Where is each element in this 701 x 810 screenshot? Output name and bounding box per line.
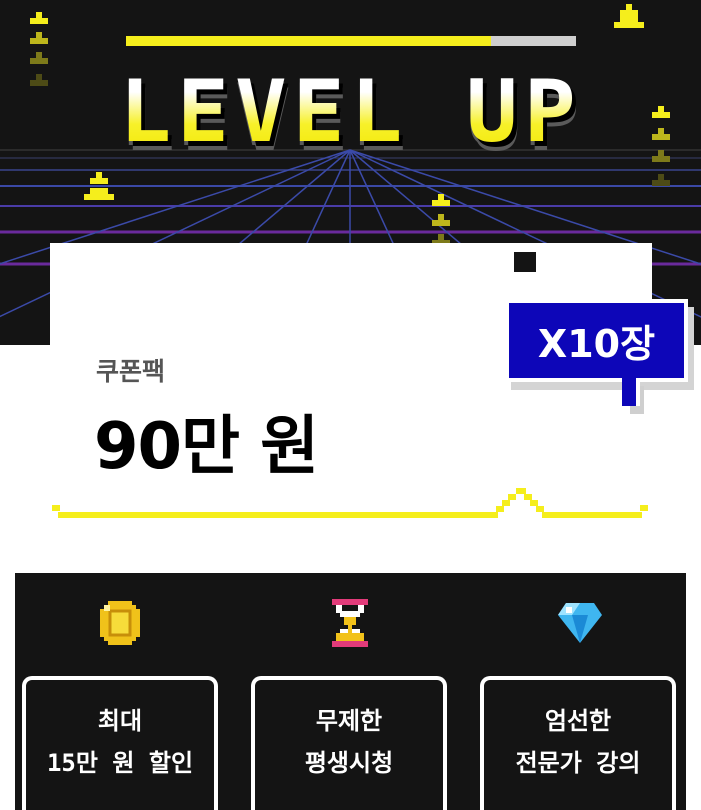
pixel-yellow-divider — [52, 488, 648, 518]
hourglass-icon — [332, 599, 368, 647]
feature-discount-line1: 최대 — [97, 707, 143, 735]
feature-box-expert: 엄선한 전문가 강의 — [480, 676, 676, 810]
feature-expert-line2: 전문가 강의 — [515, 749, 641, 777]
feature-discount-line2: 15만 원 할인 — [46, 749, 194, 777]
feature-lifetime-line2: 평생시청 — [304, 749, 394, 777]
feature-expert-line1: 엄선한 — [544, 707, 612, 735]
diamond-icon — [558, 603, 602, 643]
feature-lifetime-line1: 무제한 — [315, 707, 383, 735]
feature-box-lifetime: 무제한 평생시청 — [251, 676, 447, 810]
coin-icon — [100, 601, 140, 645]
feature-box-discount: 최대 15만 원 할인 — [22, 676, 218, 810]
